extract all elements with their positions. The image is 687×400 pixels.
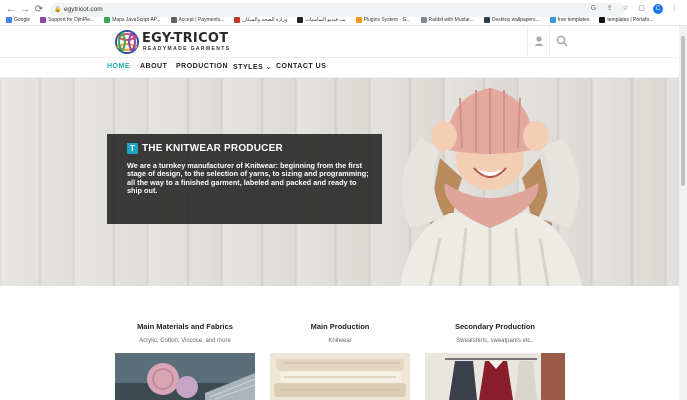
hero-photo-girl [400,88,582,286]
nav-item-styles[interactable]: STYLES ⌄ [233,63,272,71]
bookmark-favicon-icon [170,17,177,23]
bookmark-label: free templates [557,17,590,23]
profile-avatar[interactable]: C [653,4,663,14]
bookmark-label: وزارة الصحة والسكان [242,17,288,23]
nav-item-production[interactable]: PRODUCTION [176,63,228,70]
section-subtitle-main-production: Knitwear [328,338,352,344]
bookmark-item[interactable]: Google [6,17,30,23]
t-badge-icon: T [127,143,138,154]
bookmark-label: Google [14,17,31,23]
bookmark-favicon-icon [297,17,304,23]
google-icon[interactable]: G [589,4,598,14]
materials-yarn-image[interactable] [115,353,255,400]
logo-tagline: READYMADE GARMENTS [143,46,231,52]
bookmark-item[interactable]: بث فيديو التماسيات [297,17,346,23]
bookmark-item[interactable]: Rabbit with Mustar... [420,17,474,23]
hero-text-box: T THE KNITWEAR PRODUCER We are a turnkey… [107,134,382,224]
bookmark-item[interactable]: templates | Portafo... [599,17,653,23]
main-production-knitwear-image[interactable] [270,353,410,400]
bookmark-label: Rabbit with Mustar... [428,17,474,23]
nav-item-about[interactable]: ABOUT [140,63,167,70]
bookmark-item[interactable]: Support for DjinPle... [40,17,94,23]
user-icon[interactable] [532,34,546,48]
bookmark-favicon-icon [599,17,606,23]
nav-item-contact[interactable]: CONTACT US [276,63,326,70]
url-text: egytricot.com [64,6,103,13]
site-header: EGY-TRICOT READYMADE GARMENTS [0,26,687,58]
bookmark-favicon-icon [355,17,362,23]
bookmark-item[interactable]: وزارة الصحة والسكان [234,17,287,23]
main-navigation: HOME ABOUT PRODUCTION STYLES ⌄ CONTACT U… [0,58,687,78]
bookmark-favicon-icon [40,17,47,23]
section-title-secondary-production: Secondary Production [454,322,535,331]
section-title-main-production: Main Production [310,322,370,331]
bookmark-favicon-icon [6,17,12,23]
bookmark-favicon-icon [104,17,111,23]
header-divider [527,26,528,58]
logo-text[interactable]: EGY-TRICOT [142,31,228,46]
bookmark-label: Desktop wallpapers... [491,17,540,23]
bookmark-favicon-icon [234,17,241,23]
nav-item-home[interactable]: HOME [107,63,130,70]
bookmark-item[interactable]: free templates [549,17,590,23]
search-icon[interactable] [555,34,569,48]
hero-description: We are a turnkey manufacturer of Knitwea… [127,161,369,195]
bookmark-item[interactable]: Plugins System - G... [355,17,411,23]
bookmark-label: Support for DjinPle... [48,17,95,23]
bookmarks-bar: Google Support for DjinPle... Maps JavaScr… [0,14,687,26]
section-subtitle-materials: Acrylic, Cotton, Viscose, and more [139,338,231,344]
share-icon[interactable]: ⇪ [605,4,614,14]
bookmark-label: بث فيديو التماسيات [305,17,346,23]
section-subtitle-secondary-production: Sweatshirts, sweatpants etc.. [456,338,534,344]
page-scrollbar[interactable] [679,26,687,400]
bookmark-favicon-icon [483,17,490,23]
hero-banner: T THE KNITWEAR PRODUCER We are a turnkey… [0,78,679,286]
bookmark-label: templates | Portafo... [607,17,654,23]
menu-icon[interactable]: ⋮ [670,4,679,14]
header-divider [549,26,550,58]
bookmark-item[interactable]: Maps JavaScript AP... [104,17,161,23]
window-icon[interactable]: ▢ [637,4,646,14]
bookmark-label: Accept | Payments... [178,17,225,23]
bookmark-label: Maps JavaScript AP... [112,17,161,23]
bookmark-favicon-icon [420,17,427,23]
bookmark-item[interactable]: Accept | Payments... [170,17,225,23]
bookmark-favicon-icon [549,17,556,23]
star-icon[interactable]: ☆ [621,4,630,14]
secondary-production-sweatshirts-image[interactable] [425,353,565,400]
bookmark-item[interactable]: Desktop wallpapers... [483,17,540,23]
section-title-materials: Main Materials and Fabrics [137,322,233,331]
logo-icon[interactable] [114,29,140,55]
bookmark-label: Plugins System - G... [363,17,411,23]
hero-title: THE KNITWEAR PRODUCER [142,143,283,154]
scrollbar-thumb[interactable] [681,36,685,186]
